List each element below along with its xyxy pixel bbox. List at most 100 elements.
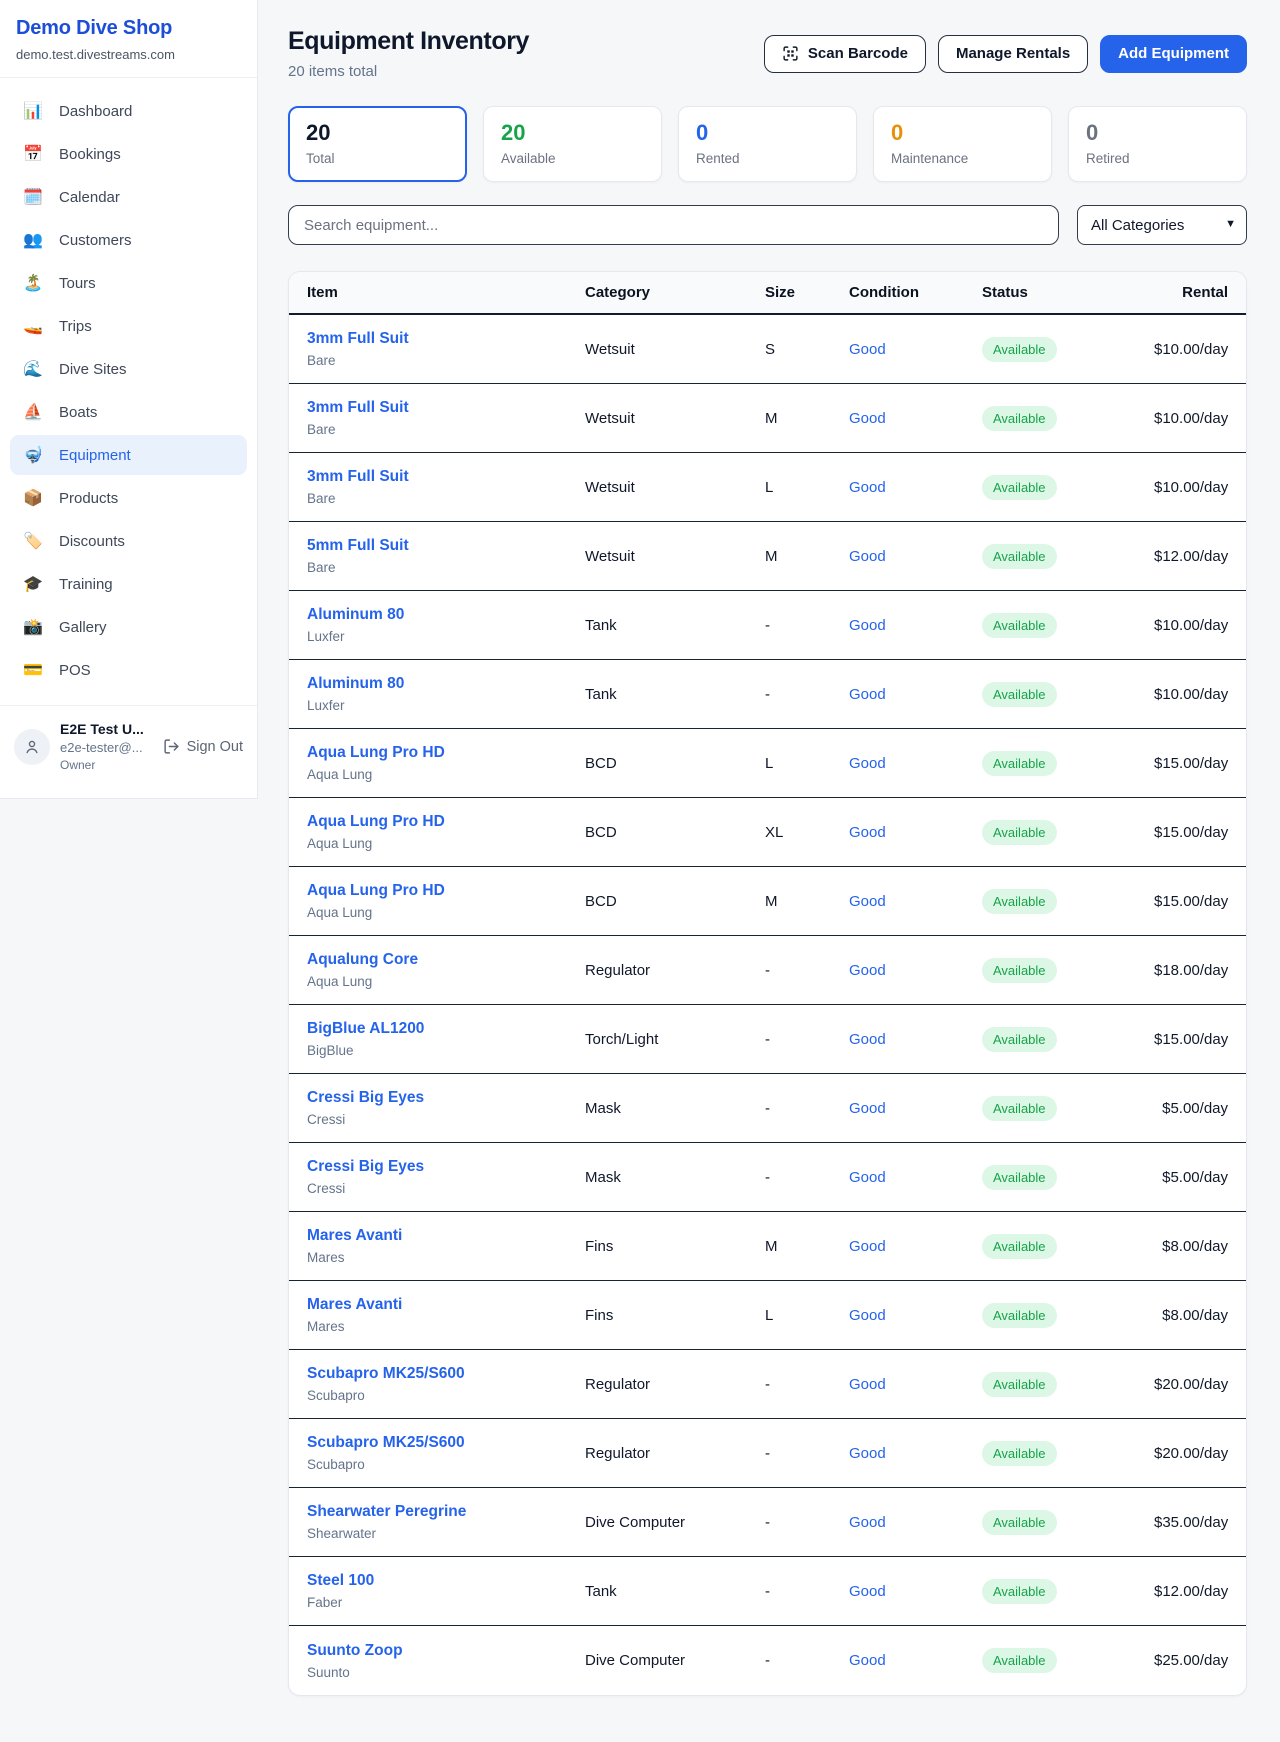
category-select-wrap: All Categories ▼: [1077, 205, 1247, 245]
sidebar-item-label: Customers: [59, 232, 132, 249]
item-condition-link[interactable]: Good: [849, 1169, 982, 1186]
item-category: Wetsuit: [585, 548, 765, 565]
sidebar-item-boats[interactable]: ⛵ Boats: [10, 392, 247, 432]
item-name-link[interactable]: Steel 100: [307, 1572, 585, 1590]
sidebar-item-pos[interactable]: 💳 POS: [10, 650, 247, 690]
add-equipment-button[interactable]: Add Equipment: [1100, 35, 1247, 73]
item-condition-link[interactable]: Good: [849, 1031, 982, 1048]
sidebar-item-gallery[interactable]: 📸 Gallery: [10, 607, 247, 647]
camera-flash-icon: 📸: [22, 617, 44, 637]
item-name-link[interactable]: Scubapro MK25/S600: [307, 1434, 585, 1452]
sidebar-item-label: Dive Sites: [59, 361, 127, 378]
stat-value: 0: [696, 121, 839, 145]
item-brand: Scubapro: [307, 1388, 585, 1403]
table-row: Mares Avanti Mares Fins M Good Available…: [289, 1212, 1246, 1281]
item-category: Fins: [585, 1238, 765, 1255]
item-condition-link[interactable]: Good: [849, 1583, 982, 1600]
item-name-link[interactable]: Aluminum 80: [307, 606, 585, 624]
item-condition-link[interactable]: Good: [849, 479, 982, 496]
item-name-link[interactable]: Cressi Big Eyes: [307, 1158, 585, 1176]
item-name-link[interactable]: Aluminum 80: [307, 675, 585, 693]
item-size: M: [765, 1238, 849, 1255]
item-rental-rate: $15.00/day: [1154, 824, 1228, 841]
sidebar-item-label: Equipment: [59, 447, 131, 464]
item-rental-rate: $10.00/day: [1154, 686, 1228, 703]
manage-rentals-button[interactable]: Manage Rentals: [938, 35, 1088, 73]
stat-label: Rented: [696, 151, 839, 166]
item-name-link[interactable]: Aqua Lung Pro HD: [307, 813, 585, 831]
table-row: Mares Avanti Mares Fins L Good Available…: [289, 1281, 1246, 1350]
sidebar-item-discounts[interactable]: 🏷️ Discounts: [10, 521, 247, 561]
sidebar-item-label: Bookings: [59, 146, 121, 163]
item-name-link[interactable]: Mares Avanti: [307, 1227, 585, 1245]
sign-out-button[interactable]: Sign Out: [163, 738, 243, 755]
item-name-link[interactable]: 3mm Full Suit: [307, 330, 585, 348]
item-condition-link[interactable]: Good: [849, 824, 982, 841]
sidebar-item-products[interactable]: 📦 Products: [10, 478, 247, 518]
sidebar-item-customers[interactable]: 👥 Customers: [10, 220, 247, 260]
status-badge: Available: [982, 1027, 1057, 1052]
sidebar-item-calendar[interactable]: 🗓️ Calendar: [10, 177, 247, 217]
status-badge: Available: [982, 1441, 1057, 1466]
item-name-link[interactable]: Suunto Zoop: [307, 1642, 585, 1660]
sidebar-item-label: Tours: [59, 275, 96, 292]
item-rental-rate: $5.00/day: [1154, 1169, 1228, 1186]
item-condition-link[interactable]: Good: [849, 617, 982, 634]
item-size: -: [765, 1583, 849, 1600]
item-condition-link[interactable]: Good: [849, 341, 982, 358]
table-row: 5mm Full Suit Bare Wetsuit M Good Availa…: [289, 522, 1246, 591]
category-select[interactable]: All Categories: [1077, 205, 1247, 245]
item-condition-link[interactable]: Good: [849, 1514, 982, 1531]
item-size: -: [765, 1514, 849, 1531]
item-condition-link[interactable]: Good: [849, 1652, 982, 1669]
status-badge: Available: [982, 1303, 1057, 1328]
diving-mask-icon: 🤿: [22, 445, 44, 465]
item-condition-link[interactable]: Good: [849, 962, 982, 979]
item-name-link[interactable]: 5mm Full Suit: [307, 537, 585, 555]
sidebar-item-equipment[interactable]: 🤿 Equipment: [10, 435, 247, 475]
sidebar-item-dive-sites[interactable]: 🌊 Dive Sites: [10, 349, 247, 389]
stat-card-maintenance[interactable]: 0 Maintenance: [873, 106, 1052, 182]
stat-card-retired[interactable]: 0 Retired: [1068, 106, 1247, 182]
item-condition-link[interactable]: Good: [849, 1238, 982, 1255]
sidebar-item-trips[interactable]: 🚤 Trips: [10, 306, 247, 346]
stat-card-total[interactable]: 20 Total: [288, 106, 467, 182]
item-condition-link[interactable]: Good: [849, 1307, 982, 1324]
table-row: Aqua Lung Pro HD Aqua Lung BCD M Good Av…: [289, 867, 1246, 936]
sidebar-item-bookings[interactable]: 📅 Bookings: [10, 134, 247, 174]
item-size: L: [765, 755, 849, 772]
table-row: Scubapro MK25/S600 Scubapro Regulator - …: [289, 1350, 1246, 1419]
item-condition-link[interactable]: Good: [849, 410, 982, 427]
item-condition-link[interactable]: Good: [849, 755, 982, 772]
stat-card-available[interactable]: 20 Available: [483, 106, 662, 182]
sidebar-item-tours[interactable]: 🏝️ Tours: [10, 263, 247, 303]
item-condition-link[interactable]: Good: [849, 1376, 982, 1393]
table-row: Steel 100 Faber Tank - Good Available $1…: [289, 1557, 1246, 1626]
item-name-link[interactable]: Aqualung Core: [307, 951, 585, 969]
sidebar-item-dashboard[interactable]: 📊 Dashboard: [10, 91, 247, 131]
search-input[interactable]: [288, 205, 1059, 245]
item-name-link[interactable]: Cressi Big Eyes: [307, 1089, 585, 1107]
item-name-link[interactable]: Shearwater Peregrine: [307, 1503, 585, 1521]
item-name-link[interactable]: 3mm Full Suit: [307, 468, 585, 486]
sidebar-item-label: POS: [59, 662, 91, 679]
tag-icon: 🏷️: [22, 531, 44, 551]
scan-barcode-button[interactable]: Scan Barcode: [764, 35, 926, 73]
item-condition-link[interactable]: Good: [849, 1445, 982, 1462]
item-condition-link[interactable]: Good: [849, 1100, 982, 1117]
item-condition-link[interactable]: Good: [849, 548, 982, 565]
sidebar-item-training[interactable]: 🎓 Training: [10, 564, 247, 604]
status-badge: Available: [982, 889, 1057, 914]
item-name-link[interactable]: BigBlue AL1200: [307, 1020, 585, 1038]
item-name-link[interactable]: Scubapro MK25/S600: [307, 1365, 585, 1383]
stat-card-rented[interactable]: 0 Rented: [678, 106, 857, 182]
item-name-link[interactable]: Mares Avanti: [307, 1296, 585, 1314]
item-name-link[interactable]: Aqua Lung Pro HD: [307, 744, 585, 762]
item-name-link[interactable]: 3mm Full Suit: [307, 399, 585, 417]
item-name-link[interactable]: Aqua Lung Pro HD: [307, 882, 585, 900]
item-condition-link[interactable]: Good: [849, 893, 982, 910]
item-brand: Luxfer: [307, 698, 585, 713]
item-rental-rate: $10.00/day: [1154, 410, 1228, 427]
item-rental-rate: $15.00/day: [1154, 1031, 1228, 1048]
item-condition-link[interactable]: Good: [849, 686, 982, 703]
